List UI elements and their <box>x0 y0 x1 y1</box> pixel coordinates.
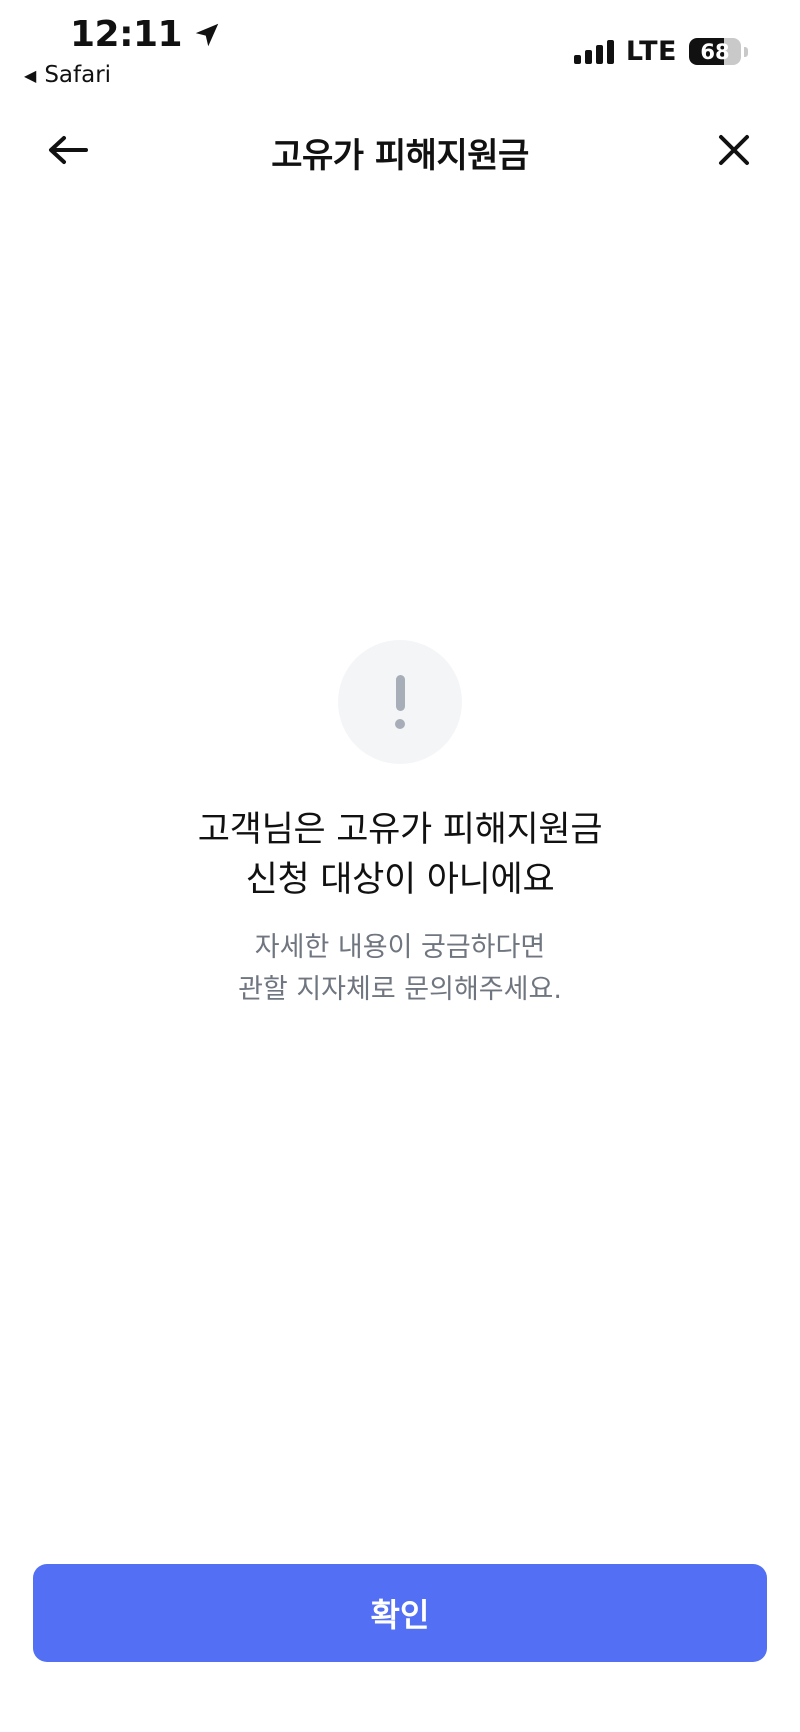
status-indicators: LTE 68 <box>573 36 748 67</box>
location-arrow-icon <box>195 23 219 46</box>
battery-cap <box>744 46 748 57</box>
close-icon <box>719 135 749 165</box>
back-app-label: Safari <box>44 62 112 88</box>
back-triangle-icon: ◀ <box>24 65 37 85</box>
result-message: 고객님은 고유가 피해지원금 신청 대상이 아니에요 자세한 내용이 궁금하다면… <box>0 805 800 1011</box>
close-button[interactable] <box>710 128 758 172</box>
subtext-line-1: 자세한 내용이 궁금하다면 <box>254 932 546 963</box>
exclamation-bar <box>395 675 405 711</box>
network-type: LTE <box>625 36 677 67</box>
status-time: 12:11 <box>70 14 222 55</box>
battery-icon: 68 <box>689 38 741 65</box>
headline-line-1: 고객님은 고유가 피해지원금 <box>197 810 603 850</box>
battery-percent: 68 <box>700 39 730 64</box>
navigation-bar: 고유가 피해지원금 <box>0 110 800 190</box>
headline: 고객님은 고유가 피해지원금 신청 대상이 아니에요 <box>0 805 800 905</box>
back-to-app-link[interactable]: ◀ Safari <box>24 62 111 88</box>
subtext-line-2: 관할 지자체로 문의해주세요. <box>238 974 562 1005</box>
exclamation-dot <box>395 719 405 729</box>
subtext: 자세한 내용이 궁금하다면 관할 지자체로 문의해주세요. <box>0 927 800 1011</box>
time-text: 12:11 <box>70 14 183 55</box>
signal-icon <box>573 39 614 64</box>
page-title: 고유가 피해지원금 <box>271 136 529 176</box>
headline-line-2: 신청 대상이 아니에요 <box>245 860 555 900</box>
confirm-button[interactable]: 확인 <box>33 1564 767 1662</box>
status-bar: 12:11 ◀ Safari LTE 68 <box>0 0 800 100</box>
exclamation-icon <box>338 640 462 764</box>
